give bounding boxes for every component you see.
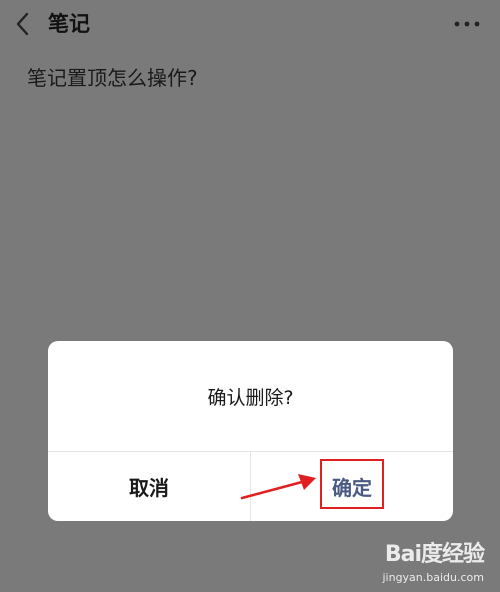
watermark: Bai度经验 jingyan.baidu.com [364, 536, 485, 584]
back-button[interactable] [12, 10, 34, 38]
confirm-button[interactable]: 确定 [251, 452, 453, 521]
cancel-button[interactable]: 取消 [48, 452, 250, 521]
top-bar: 笔记 [0, 0, 500, 48]
dialog-message: 确认删除? [207, 386, 294, 409]
watermark-url: jingyan.baidu.com [382, 571, 484, 584]
watermark-logo: Bai度经验 [384, 542, 485, 567]
more-button[interactable] [452, 14, 482, 34]
chevron-left-icon [16, 12, 29, 36]
screen: 笔记 笔记置顶怎么操作? 确认删除? 取消 确定 Bai度经验 jingyan.… [0, 0, 500, 592]
confirm-dialog: 确认删除? 取消 确定 [48, 341, 453, 521]
note-content[interactable]: 笔记置顶怎么操作? [27, 64, 198, 92]
page-title: 笔记 [48, 12, 90, 36]
more-horizontal-icon [454, 21, 480, 27]
